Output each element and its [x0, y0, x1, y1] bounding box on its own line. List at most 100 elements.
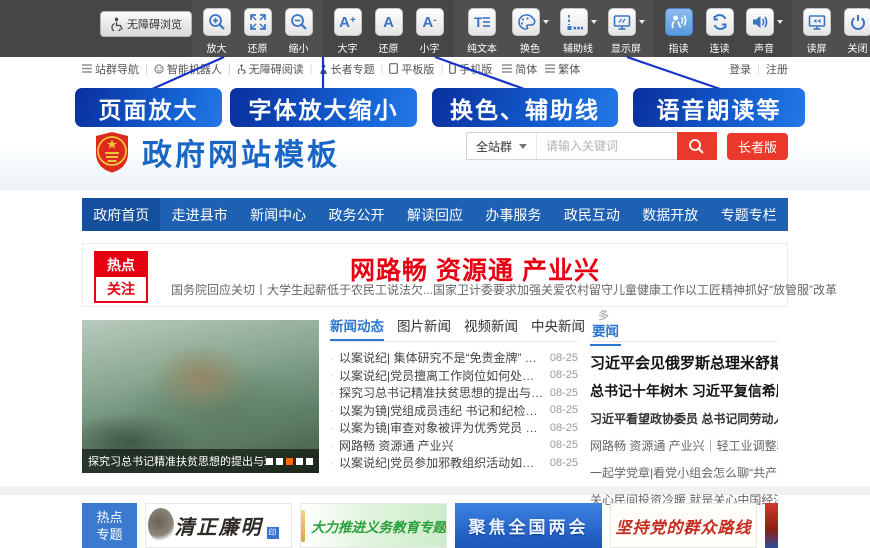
- news-title: 探究习总书记精准扶贫思想的提出与理论基础: [339, 384, 544, 401]
- register-link[interactable]: 注册: [766, 61, 788, 77]
- important-news-item[interactable]: 习近平看望政协委员 总书记同劳动人民在一起: [590, 410, 778, 427]
- zoom-reset-button[interactable]: 还原: [240, 8, 275, 57]
- point-read-button[interactable]: 指读: [661, 8, 696, 57]
- nav-item-home[interactable]: 政府首页: [82, 198, 160, 231]
- search-button[interactable]: [677, 132, 717, 160]
- utility-simplified-chinese[interactable]: 简体: [502, 61, 537, 77]
- nav-item-county[interactable]: 走进县市: [160, 198, 238, 231]
- text-list-icon: T: [472, 12, 492, 32]
- tab-photo-news[interactable]: 图片新闻: [397, 315, 451, 341]
- zoom-out-button[interactable]: 缩小: [281, 8, 316, 57]
- utility-mobile-version[interactable]: 手机版: [449, 61, 492, 77]
- topic-banner-integrity[interactable]: 清正廉明 印: [145, 503, 292, 548]
- utility-accessible-reading[interactable]: 无障碍阅读: [237, 61, 304, 77]
- plain-text-button[interactable]: T 纯文本: [461, 8, 503, 57]
- tab-video-news[interactable]: 视频新闻: [464, 315, 518, 341]
- font-reset-icon: A: [383, 15, 394, 30]
- hot-focus-links: 国务院回应关切丨大学生起薪低于农民工说法欠... 国家卫计委要求加强关爱农村留守…: [171, 281, 763, 298]
- font-enlarge-button[interactable]: A+ 大字: [330, 8, 365, 57]
- gold-pillar-decoration: [301, 510, 305, 542]
- news-list-item[interactable]: ·以案说纪|党员参加邪教组织活动如何处分？08-25: [330, 454, 578, 472]
- font-shrink-label: 小字: [420, 40, 440, 55]
- carousel-caption[interactable]: 探究习总书记精准扶贫思想的提出与理论基础: [88, 453, 266, 469]
- callout-page-zoom-label: 页面放大: [99, 91, 199, 125]
- news-list-item[interactable]: ·以案说纪| 集体研究不是“免责金牌” 违规发放津补贴被...08-25: [330, 349, 578, 367]
- nav-item-special-columns[interactable]: 专题专栏: [710, 198, 788, 231]
- utility-sites-nav[interactable]: 站群导航: [82, 61, 139, 77]
- news-list-item[interactable]: ·探究习总书记精准扶贫思想的提出与理论基础08-25: [330, 384, 578, 402]
- news-list-item[interactable]: ·以案为镜|审查对象被评为优秀党员 镇党委6人被问责08-25: [330, 419, 578, 437]
- screen-reader-button[interactable]: 读屏: [799, 8, 834, 57]
- utility-simplified-chinese-label: 简体: [515, 61, 537, 77]
- continuous-read-button[interactable]: 连读: [702, 8, 737, 57]
- bullet-icon: ·: [330, 386, 334, 400]
- hot-focus-link[interactable]: 国家卫计委要求加强关爱农村留守儿童健康工作: [433, 281, 685, 298]
- topic-banner-partial[interactable]: [765, 503, 778, 548]
- monitor-icon: [612, 12, 632, 32]
- nav-item-open-data[interactable]: 数据开放: [631, 198, 709, 231]
- font-shrink-button[interactable]: A- 小字: [412, 8, 447, 57]
- hot-focus-section: 热点 关注 网路畅 资源通 产业兴 国务院回应关切丨大学生起薪低于农民工说法欠.…: [82, 243, 788, 307]
- nav-item-interpretation[interactable]: 解读回应: [396, 198, 474, 231]
- search-scope-select[interactable]: 全站群: [466, 132, 537, 160]
- font-reset-button[interactable]: A 还原: [371, 8, 406, 57]
- tab-central-news[interactable]: 中央新闻: [531, 315, 585, 341]
- callout-color-guides-label: 换色、辅助线: [450, 91, 600, 125]
- news-title: 以案说纪|党员擅离工作岗位如何处分？: [339, 367, 544, 384]
- carousel-dot[interactable]: [306, 458, 313, 465]
- carousel-dot[interactable]: [296, 458, 303, 465]
- carousel-dot-active[interactable]: [286, 458, 293, 465]
- search-input[interactable]: [537, 132, 677, 160]
- nav-item-services[interactable]: 办事服务: [474, 198, 552, 231]
- guide-lines-button[interactable]: 辅助线: [557, 8, 599, 57]
- elder-version-button[interactable]: 长者版: [727, 133, 788, 160]
- login-link[interactable]: 登录: [729, 61, 751, 77]
- display-screen-button[interactable]: 显示屏: [605, 8, 647, 57]
- sound-button[interactable]: 声音: [743, 8, 785, 57]
- magnifier-plus-icon: [207, 12, 227, 32]
- nav-item-interaction[interactable]: 政民互动: [553, 198, 631, 231]
- news-list-item[interactable]: ·网路畅 资源通 产业兴08-25: [330, 437, 578, 455]
- guide-lines-dropdown-arrow[interactable]: [591, 20, 597, 24]
- carousel-dot[interactable]: [276, 458, 283, 465]
- bullet-icon: ·: [330, 368, 334, 382]
- tab-news-dynamics[interactable]: 新闻动态: [330, 315, 384, 341]
- topic-banner-mass-line[interactable]: 坚持党的群众路线: [610, 503, 757, 548]
- topic-banner-education[interactable]: 大力推进义务教育专题: [300, 503, 447, 548]
- important-news-item[interactable]: 习近平会见俄罗斯总理米舒斯京: [590, 352, 778, 373]
- nav-item-news-center[interactable]: 新闻中心: [239, 198, 317, 231]
- topics-content: 热点 专题 清正廉明 印 大力推进义务教育专题 聚焦全国两会 坚持党的群众路线: [82, 495, 788, 548]
- display-screen-dropdown-arrow[interactable]: [639, 20, 645, 24]
- sound-dropdown-arrow[interactable]: [777, 20, 783, 24]
- callout-voice-reading-label: 语音朗读等: [657, 91, 782, 125]
- utility-traditional-chinese[interactable]: 繁体: [545, 61, 580, 77]
- utility-tablet-version-label: 平板版: [401, 61, 434, 77]
- important-news-item[interactable]: 总书记十年树木 习近平复信希腊学者: [590, 381, 778, 401]
- utility-tablet-version[interactable]: 平板版: [389, 61, 434, 77]
- separator: |: [145, 63, 148, 75]
- utility-robot-label: 智能机器人: [167, 61, 222, 77]
- nav-item-gov-affairs[interactable]: 政务公开: [317, 198, 395, 231]
- guide-lines-label: 辅助线: [563, 40, 593, 55]
- important-news-item[interactable]: 一起学党章|看党小组会怎么聊“共产主义渺茫论: [590, 464, 778, 481]
- news-carousel[interactable]: 探究习总书记精准扶贫思想的提出与理论基础: [82, 320, 319, 473]
- tab-important-news[interactable]: 要闻: [590, 316, 621, 346]
- important-news-item[interactable]: 网路畅 资源通 产业兴｜轻工业调整和振兴规划: [590, 437, 778, 454]
- hot-focus-link[interactable]: 国务院回应关切丨大学生起薪低于农民工说法欠...: [171, 281, 433, 298]
- topic-banner-two-sessions[interactable]: 聚焦全国两会: [455, 503, 602, 548]
- zoom-in-label: 放大: [207, 40, 227, 55]
- zoom-in-button[interactable]: 放大: [199, 8, 234, 57]
- utility-robot[interactable]: 智能机器人: [154, 61, 222, 77]
- color-swap-button[interactable]: 换色: [509, 8, 551, 57]
- close-toolbar-button[interactable]: 关闭: [840, 8, 870, 57]
- news-list-item[interactable]: ·以案说纪|党员擅离工作岗位如何处分？08-25: [330, 367, 578, 385]
- news-list-item[interactable]: ·以案为镜|党组成员违纪 书记和纪检组长被问责08-25: [330, 402, 578, 420]
- carousel-dot[interactable]: [266, 458, 273, 465]
- color-swap-dropdown-arrow[interactable]: [543, 20, 549, 24]
- accessibility-browse-button[interactable]: 无障碍浏览: [100, 11, 192, 37]
- site-logo[interactable]: 政府网站模板: [92, 130, 340, 174]
- bullet-icon: ·: [330, 351, 334, 365]
- hot-focus-link[interactable]: 以工匠精神抓好“放管服”改革: [685, 281, 837, 298]
- utility-elder-special[interactable]: 长者专题: [319, 61, 375, 77]
- elder-version-label: 长者版: [738, 137, 777, 156]
